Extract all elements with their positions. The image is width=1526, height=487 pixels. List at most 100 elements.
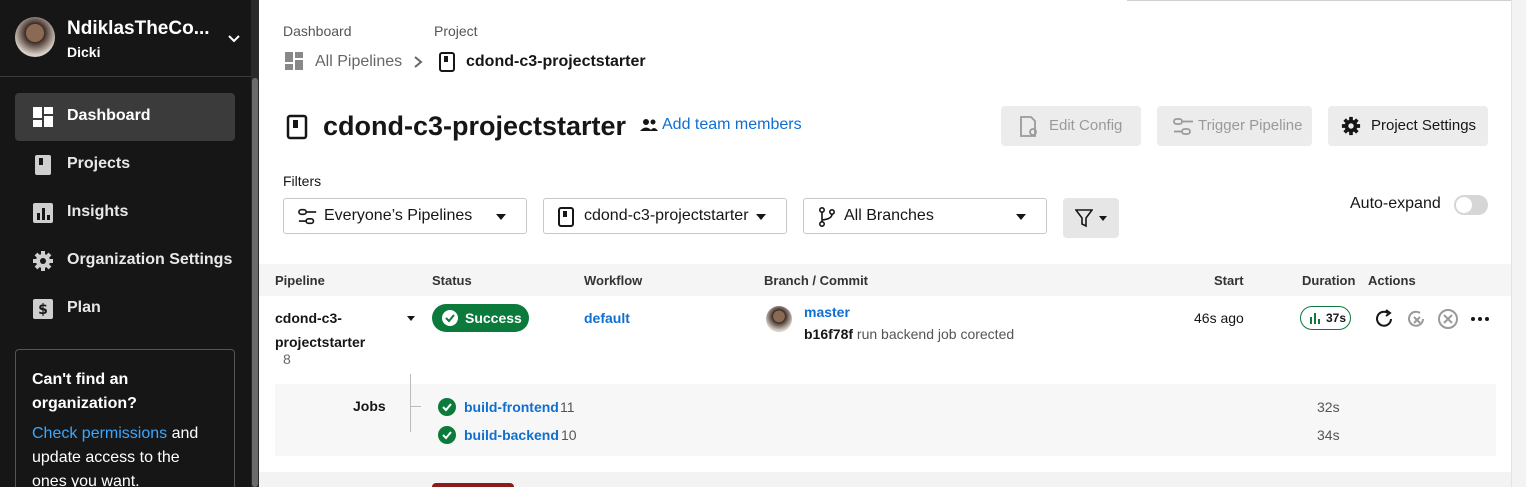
avatar: [766, 306, 792, 332]
project-icon: [439, 52, 455, 72]
divider: [1127, 0, 1526, 1]
commit-info: b16f78f run backend job corected: [804, 326, 1014, 342]
user-name: Dicki: [67, 44, 101, 60]
column-header: Workflow: [584, 273, 643, 288]
project-icon: [558, 207, 574, 227]
branches-filter-select[interactable]: All Branches: [803, 198, 1047, 234]
sidebar-item-organization-settings[interactable]: Organization Settings: [15, 237, 235, 285]
filters-label: Filters: [283, 173, 322, 189]
cancel-icon[interactable]: [1437, 308, 1459, 330]
pipeline-number: 8: [283, 351, 291, 367]
dollar-icon: $: [33, 299, 53, 319]
help-text: Check permissions and update access to t…: [32, 422, 218, 487]
start-time: 46s ago: [1194, 310, 1244, 326]
pipelines-filter-select[interactable]: Everyone’s Pipelines: [283, 198, 527, 234]
chevron-down-icon[interactable]: [226, 30, 242, 46]
sidebar-item-plan[interactable]: $ Plan: [15, 285, 235, 333]
rerun-failed-icon[interactable]: [1405, 308, 1427, 330]
check-permissions-link[interactable]: Check permissions: [32, 425, 167, 442]
add-team-members-link[interactable]: Add team members: [662, 116, 802, 134]
job-name[interactable]: build-backend: [464, 427, 559, 443]
job-number: 10: [561, 427, 577, 443]
scrollbar-thumb[interactable]: [252, 78, 258, 487]
dashboard-icon: [33, 107, 53, 127]
column-header: Duration: [1302, 273, 1356, 288]
caret-down-icon: [1099, 216, 1107, 221]
auto-expand-toggle[interactable]: [1454, 195, 1488, 215]
project-icon: [286, 114, 308, 140]
svg-text:$: $: [38, 302, 48, 318]
breadcrumb-dashboard-label: Dashboard: [283, 23, 352, 39]
trigger-pipeline-label: Trigger Pipeline: [1198, 117, 1303, 134]
pipeline-icon: [1173, 118, 1193, 135]
breadcrumb-project[interactable]: cdond-c3-projectstarter: [466, 53, 646, 71]
people-icon: [640, 119, 658, 131]
column-header: Actions: [1368, 273, 1416, 288]
jobs-tree-lines: [410, 374, 421, 432]
pipelines-filter-value: Everyone’s Pipelines: [324, 207, 473, 224]
gear-icon: [1341, 116, 1361, 136]
pipeline-icon: [298, 208, 317, 225]
status-badge[interactable]: [432, 483, 514, 487]
duration-value: 37s: [1326, 311, 1347, 325]
branch-link[interactable]: master: [804, 304, 850, 320]
duration-badge[interactable]: 37s: [1300, 306, 1351, 330]
help-heading: Can't find an organization?: [32, 371, 137, 412]
job-duration: 32s: [1317, 399, 1340, 415]
auto-expand-label: Auto-expand: [1350, 195, 1441, 212]
avatar: [15, 17, 55, 57]
status-badge[interactable]: Success: [432, 304, 529, 332]
job-number: 11: [560, 399, 575, 415]
sidebar-item-label: Organization Settings: [67, 251, 233, 268]
breadcrumb-all-pipelines[interactable]: All Pipelines: [315, 53, 402, 71]
org-switcher[interactable]: NdiklasTheCo... Dicki: [0, 0, 251, 77]
trigger-pipeline-button[interactable]: Trigger Pipeline: [1157, 106, 1312, 146]
caret-down-icon: [1016, 214, 1026, 220]
dashboard-icon: [285, 52, 303, 70]
project-settings-button[interactable]: Project Settings: [1328, 106, 1488, 146]
sidebar-item-label: Dashboard: [67, 107, 151, 124]
branches-filter-value: All Branches: [844, 207, 934, 224]
sidebar-item-projects[interactable]: Projects: [15, 141, 235, 189]
caret-down-icon: [496, 214, 506, 220]
table-row: cdond-c3-projectstarter 8 Success defaul…: [259, 296, 1511, 472]
edit-config-button[interactable]: Edit Config: [1001, 106, 1141, 146]
expand-caret-icon[interactable]: [407, 316, 415, 321]
table-header: Pipeline Status Workflow Branch / Commit…: [259, 264, 1511, 296]
pipeline-name[interactable]: cdond-c3-projectstarter: [275, 306, 385, 354]
table-row: [259, 472, 1511, 487]
more-icon[interactable]: [1469, 308, 1491, 330]
project-settings-label: Project Settings: [1371, 117, 1477, 134]
filter-icon: [1075, 209, 1093, 228]
job-name[interactable]: build-frontend: [464, 399, 559, 415]
sidebar: NdiklasTheCo... Dicki Dashboard Projects…: [0, 0, 251, 487]
project-filter-select[interactable]: cdond-c3-projectstarter: [543, 198, 787, 234]
page-scrollbar[interactable]: [1511, 0, 1526, 487]
project-filter-value: cdond-c3-projectstarter: [584, 207, 749, 224]
column-header: Status: [432, 273, 472, 288]
workflow-link[interactable]: default: [584, 310, 630, 326]
job-duration: 34s: [1317, 427, 1340, 443]
bar-chart-icon: [1310, 313, 1320, 324]
status-label: Success: [465, 310, 522, 326]
commit-hash[interactable]: b16f78f: [804, 326, 853, 342]
sidebar-item-dashboard[interactable]: Dashboard: [15, 93, 235, 141]
filter-menu-button[interactable]: [1063, 198, 1119, 238]
edit-config-label: Edit Config: [1049, 117, 1123, 134]
sidebar-scrollbar[interactable]: [251, 0, 259, 487]
check-circle-icon: [438, 426, 456, 444]
sidebar-item-insights[interactable]: Insights: [15, 189, 235, 237]
rerun-icon[interactable]: [1373, 308, 1395, 330]
file-settings-icon: [1020, 116, 1037, 137]
check-circle-icon: [442, 310, 458, 326]
org-name: NdiklasTheCo...: [67, 18, 210, 39]
check-circle-icon: [438, 398, 456, 416]
branch-icon: [819, 207, 836, 227]
caret-down-icon: [756, 214, 766, 220]
column-header: Branch / Commit: [764, 273, 869, 288]
insights-icon: [33, 203, 53, 223]
help-card: Can't find an organization? Check permis…: [15, 349, 235, 487]
column-header: Pipeline: [275, 273, 325, 288]
sidebar-item-label: Insights: [67, 203, 129, 220]
jobs-panel: Jobs build-frontend 11 build-backend 10 …: [275, 374, 1496, 456]
